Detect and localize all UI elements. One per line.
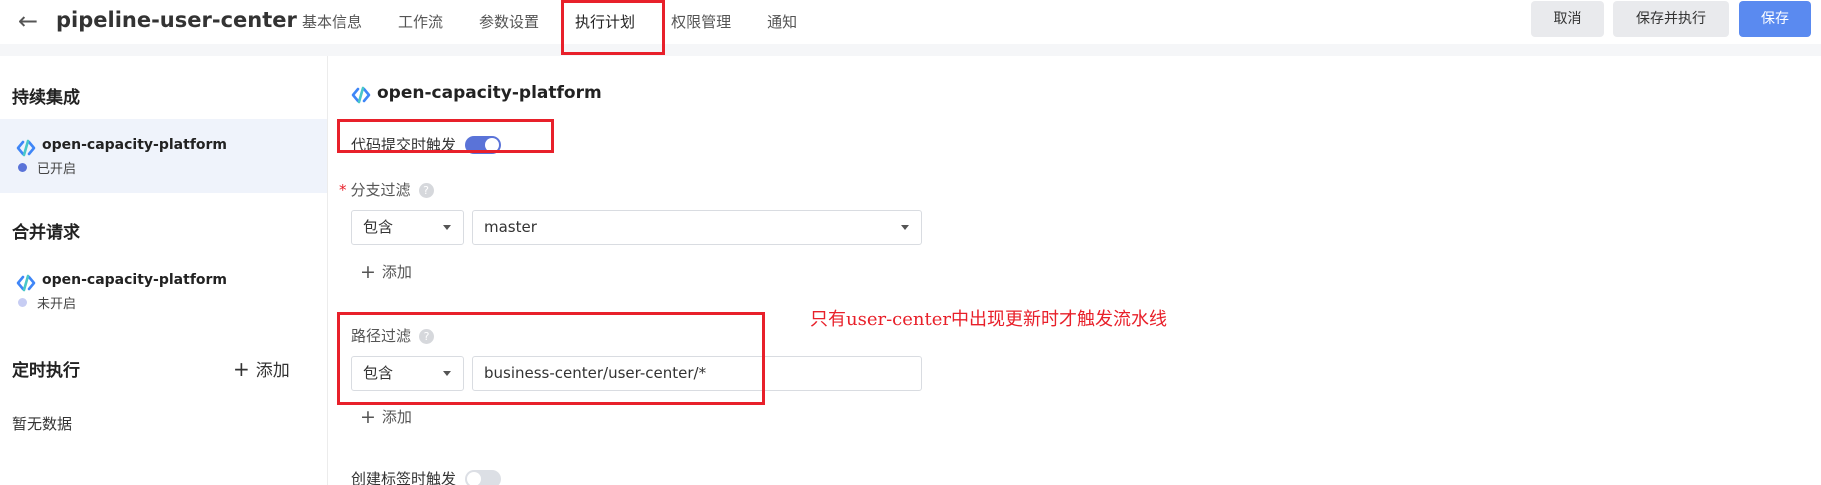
tab-parameters[interactable]: 参数设置 <box>467 0 551 44</box>
add-branch-filter-button[interactable]: + 添加 <box>360 261 412 283</box>
timer-empty-text: 暂无数据 <box>12 415 73 433</box>
sidebar-item-ci[interactable]: open-capacity-platform 已开启 <box>0 119 327 193</box>
toggle-knob <box>467 472 481 485</box>
branch-filter-text: 分支过滤 <box>350 181 411 199</box>
tab-basic-info[interactable]: 基本信息 <box>290 0 374 44</box>
required-mark: * <box>339 181 347 199</box>
ci-pipeline-name: open-capacity-platform <box>42 137 228 153</box>
add-timer-label: 添加 <box>255 361 290 381</box>
header-divider <box>0 44 1821 56</box>
caret-down-icon <box>901 225 909 230</box>
caret-down-icon <box>443 225 451 230</box>
add-branch-label: 添加 <box>381 263 412 281</box>
mr-section-title: 合并请求 <box>12 223 80 243</box>
branch-value: master <box>484 218 537 236</box>
branch-filter-label: * 分支过滤? <box>339 179 434 200</box>
highlight-box-path-filter <box>337 312 765 405</box>
add-path-filter-button[interactable]: + 添加 <box>360 406 412 428</box>
ci-status-text: 已开启 <box>37 162 77 177</box>
panel-title: open-capacity-platform <box>377 83 602 103</box>
status-dot <box>18 298 27 307</box>
highlight-box-commit-trigger <box>337 119 554 153</box>
mr-status-text: 未开启 <box>37 297 77 312</box>
branch-value-select[interactable]: master <box>472 210 922 245</box>
annotation-note: 只有user-center中出现更新时才触发流水线 <box>810 309 1167 330</box>
tag-trigger-toggle[interactable] <box>465 470 501 485</box>
plus-icon: + <box>360 261 376 283</box>
tab-notifications[interactable]: 通知 <box>755 0 809 44</box>
highlight-box-execution-plan <box>561 0 665 55</box>
trigger-sidebar: 持续集成 open-capacity-platform 已开启 合并请求 ope… <box>0 56 328 485</box>
save-button[interactable]: 保存 <box>1739 1 1811 37</box>
add-path-label: 添加 <box>381 408 412 426</box>
help-icon[interactable]: ? <box>418 183 434 198</box>
top-header: ← pipeline-user-center 基本信息 工作流 参数设置 执行计… <box>0 0 1821 44</box>
timer-section-title: 定时执行 <box>12 361 80 381</box>
status-dot <box>18 163 27 172</box>
back-arrow-icon[interactable]: ← <box>18 8 40 34</box>
branch-mode-value: 包含 <box>363 218 394 236</box>
add-timer-button[interactable]: + 添加 <box>233 356 290 381</box>
plus-icon: + <box>233 357 250 381</box>
plus-icon: + <box>360 406 376 428</box>
sidebar-item-mr[interactable]: open-capacity-platform 未开启 <box>0 254 327 328</box>
branch-mode-select[interactable]: 包含 <box>351 210 464 245</box>
pipeline-title: pipeline-user-center <box>56 8 297 32</box>
mr-pipeline-name: open-capacity-platform <box>42 272 228 288</box>
save-and-run-button[interactable]: 保存并执行 <box>1613 1 1729 37</box>
ci-section-title: 持续集成 <box>12 88 80 108</box>
cancel-button[interactable]: 取消 <box>1531 1 1604 37</box>
tab-permissions[interactable]: 权限管理 <box>659 0 743 44</box>
tab-bar: 基本信息 工作流 参数设置 执行计划 权限管理 通知 <box>290 0 821 44</box>
tag-trigger-label: 创建标签时触发 <box>351 470 457 485</box>
pipeline-link-icon <box>16 274 36 292</box>
pipeline-link-icon <box>16 139 36 157</box>
pipeline-link-icon <box>351 86 371 104</box>
tab-workflow[interactable]: 工作流 <box>386 0 455 44</box>
